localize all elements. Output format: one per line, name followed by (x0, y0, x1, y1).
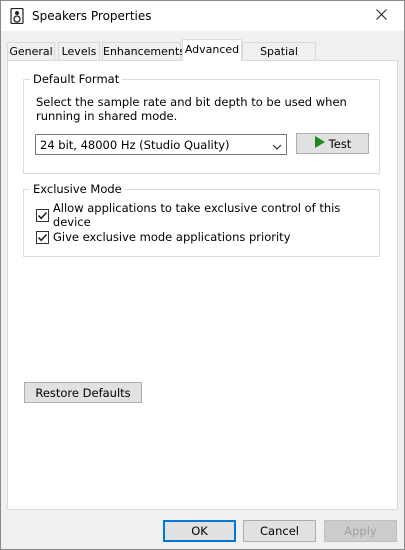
tab-enhancements[interactable]: Enhancements (102, 42, 185, 60)
title-bar[interactable]: Speakers Properties (1, 1, 404, 31)
checkbox-box[interactable] (36, 230, 49, 244)
exclusive-mode-group: Exclusive Mode Allow applications to tak… (23, 182, 380, 257)
exclusive-priority-label: Give exclusive mode applications priorit… (53, 230, 291, 244)
test-button-label: Test (328, 136, 352, 151)
format-select-value: 24 bit, 48000 Hz (Studio Quality) (40, 138, 230, 152)
ok-button[interactable]: OK (163, 520, 236, 542)
close-button[interactable] (358, 1, 404, 31)
format-select[interactable]: 24 bit, 48000 Hz (Studio Quality) (35, 134, 287, 155)
allow-exclusive-control-label: Allow applications to take exclusive con… (52, 201, 341, 229)
allow-exclusive-control-checkbox[interactable]: Allow applications to take exclusive con… (36, 201, 379, 229)
checkmark-icon (37, 211, 48, 219)
tab-spatial-sound[interactable]: Spatial sound (242, 42, 316, 76)
speakers-properties-dialog: Speakers Properties General Levels Enhan… (0, 0, 405, 550)
restore-defaults-button[interactable]: Restore Defaults (24, 382, 142, 403)
default-format-description: Select the sample rate and bit depth to … (36, 95, 347, 123)
chevron-down-icon (272, 140, 282, 150)
checkmark-icon (37, 233, 48, 241)
checkbox-box[interactable] (36, 208, 49, 222)
tab-general[interactable]: General (7, 42, 55, 60)
advanced-tab-panel: Default Format Select the sample rate an… (7, 60, 398, 510)
cancel-button[interactable]: Cancel (243, 520, 316, 542)
tab-levels[interactable]: Levels (58, 42, 100, 60)
apply-button[interactable]: Apply (324, 520, 397, 542)
play-icon (314, 136, 326, 151)
default-format-group: Default Format Select the sample rate an… (23, 72, 380, 174)
tab-strip: General Levels Enhancements Advanced Spa… (1, 39, 404, 76)
exclusive-priority-checkbox[interactable]: Give exclusive mode applications priorit… (36, 229, 291, 245)
close-icon (375, 9, 387, 23)
test-button[interactable]: Test (296, 133, 369, 154)
exclusive-mode-label: Exclusive Mode (30, 182, 125, 196)
tab-advanced[interactable]: Advanced (182, 39, 242, 61)
window-title: Speakers Properties (32, 9, 152, 23)
default-format-label: Default Format (30, 72, 123, 86)
speaker-icon (10, 7, 24, 25)
